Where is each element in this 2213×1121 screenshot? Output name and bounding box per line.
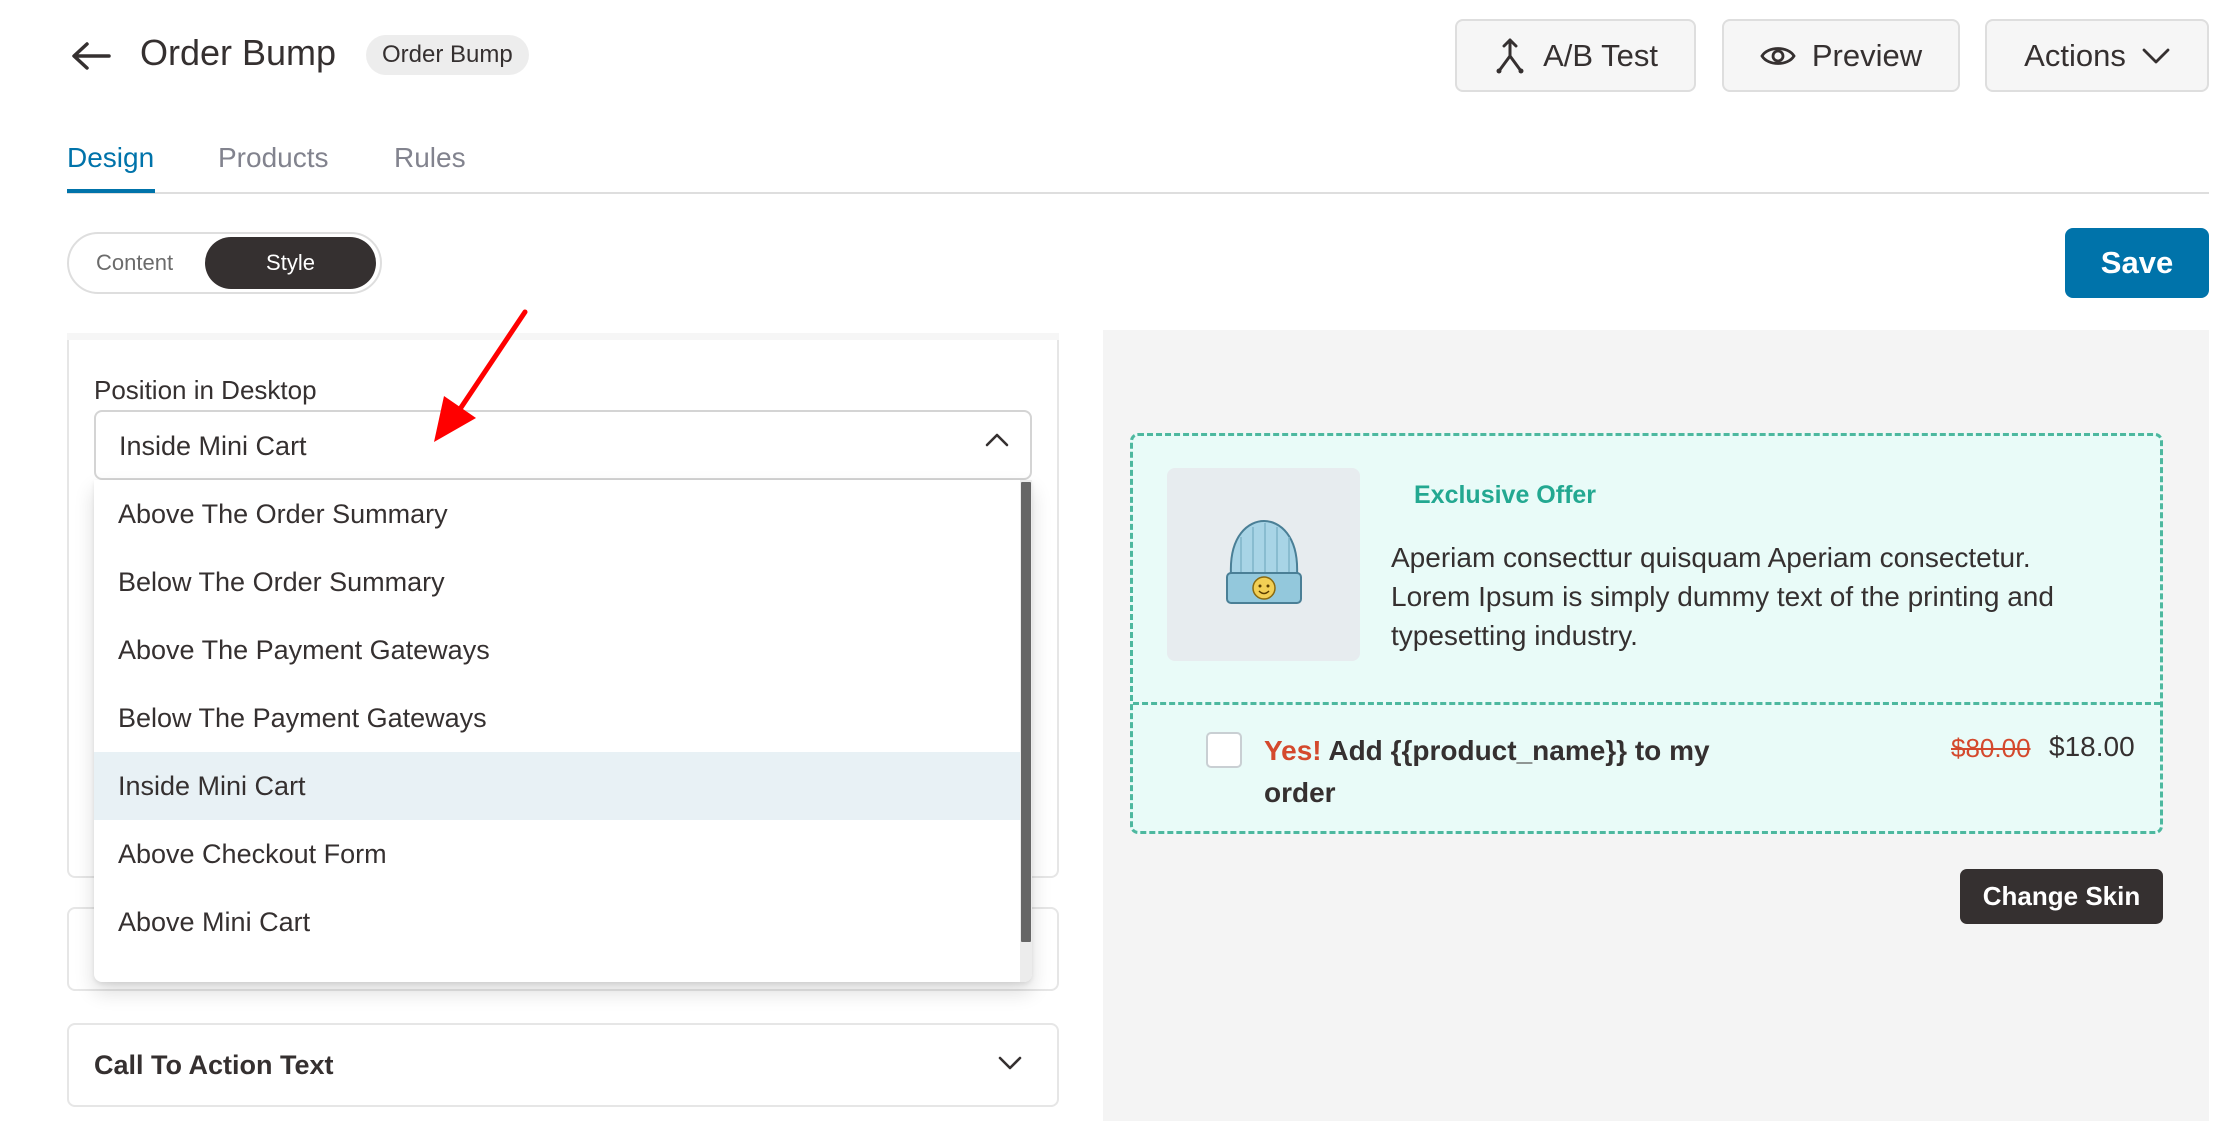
chevron-down-icon — [998, 1056, 1022, 1070]
position-dropdown-menu: Above The Order Summary Below The Order … — [94, 480, 1032, 982]
ab-test-label: A/B Test — [1543, 37, 1658, 73]
annotation-arrow-icon — [434, 309, 528, 442]
dropdown-option[interactable]: Above Mini Cart — [94, 888, 1020, 956]
toggle-content[interactable]: Content — [96, 250, 173, 276]
type-badge: Order Bump — [366, 35, 529, 75]
ab-test-button[interactable]: A/B Test — [1455, 19, 1696, 92]
active-tab-indicator — [67, 189, 155, 193]
tab-design[interactable]: Design — [67, 142, 154, 174]
beanie-hat-icon — [1225, 519, 1302, 604]
tabs-divider — [67, 192, 2209, 194]
change-skin-button[interactable]: Change Skin — [1960, 869, 2163, 924]
order-bump-checkbox[interactable] — [1206, 732, 1242, 768]
position-label: Position in Desktop — [94, 375, 317, 405]
scrollbar-thumb[interactable] — [1021, 482, 1031, 942]
page-title: Order Bump — [140, 32, 337, 73]
arrow-left-icon — [72, 42, 111, 70]
dropdown-scrollbar[interactable] — [1020, 480, 1032, 982]
actions-dropdown-button[interactable]: Actions — [1985, 19, 2209, 92]
chevron-down-icon — [2142, 48, 2170, 63]
order-bump-divider — [1133, 702, 2160, 705]
actions-label: Actions — [2024, 37, 2126, 73]
dropdown-option[interactable]: Above The Order Summary — [94, 480, 1020, 548]
tab-products[interactable]: Products — [218, 142, 329, 174]
dropdown-option-selected[interactable]: Inside Mini Cart — [94, 752, 1020, 820]
yes-text: Yes! — [1264, 735, 1322, 766]
toggle-style[interactable]: Style — [205, 237, 376, 289]
position-select-value: Inside Mini Cart — [119, 431, 307, 461]
dropdown-option[interactable]: Above The Payment Gateways — [94, 616, 1020, 684]
split-arrows-icon — [1496, 38, 1524, 73]
preview-label: Preview — [1811, 37, 1923, 73]
save-button[interactable]: Save — [2065, 228, 2209, 298]
offer-description: Aperiam consecttur quisquam Aperiam cons… — [1391, 542, 2054, 651]
offer-title: Exclusive Offer — [1414, 481, 1597, 509]
offer-price: $18.00 — [2049, 731, 2135, 762]
dropdown-option[interactable]: Below The Order Summary — [94, 548, 1020, 616]
eye-icon — [1760, 46, 1796, 65]
product-image — [1167, 468, 1360, 661]
dropdown-option[interactable]: Below The Payment Gateways — [94, 684, 1020, 752]
preview-button[interactable]: Preview — [1722, 19, 1960, 92]
cta-section-title: Call To Action Text — [94, 1050, 334, 1080]
add-product-text: Add {{product_name}} to my order — [1264, 735, 1710, 808]
order-bump-cta-text: Yes! Add {{product_name}} to my order — [1264, 730, 1744, 814]
dropdown-option[interactable]: Above Checkout Form — [94, 820, 1020, 888]
chevron-up-icon — [985, 433, 1009, 447]
original-price: $80.00 — [1951, 733, 2031, 763]
tab-rules[interactable]: Rules — [394, 142, 466, 174]
back-button[interactable] — [66, 34, 116, 78]
